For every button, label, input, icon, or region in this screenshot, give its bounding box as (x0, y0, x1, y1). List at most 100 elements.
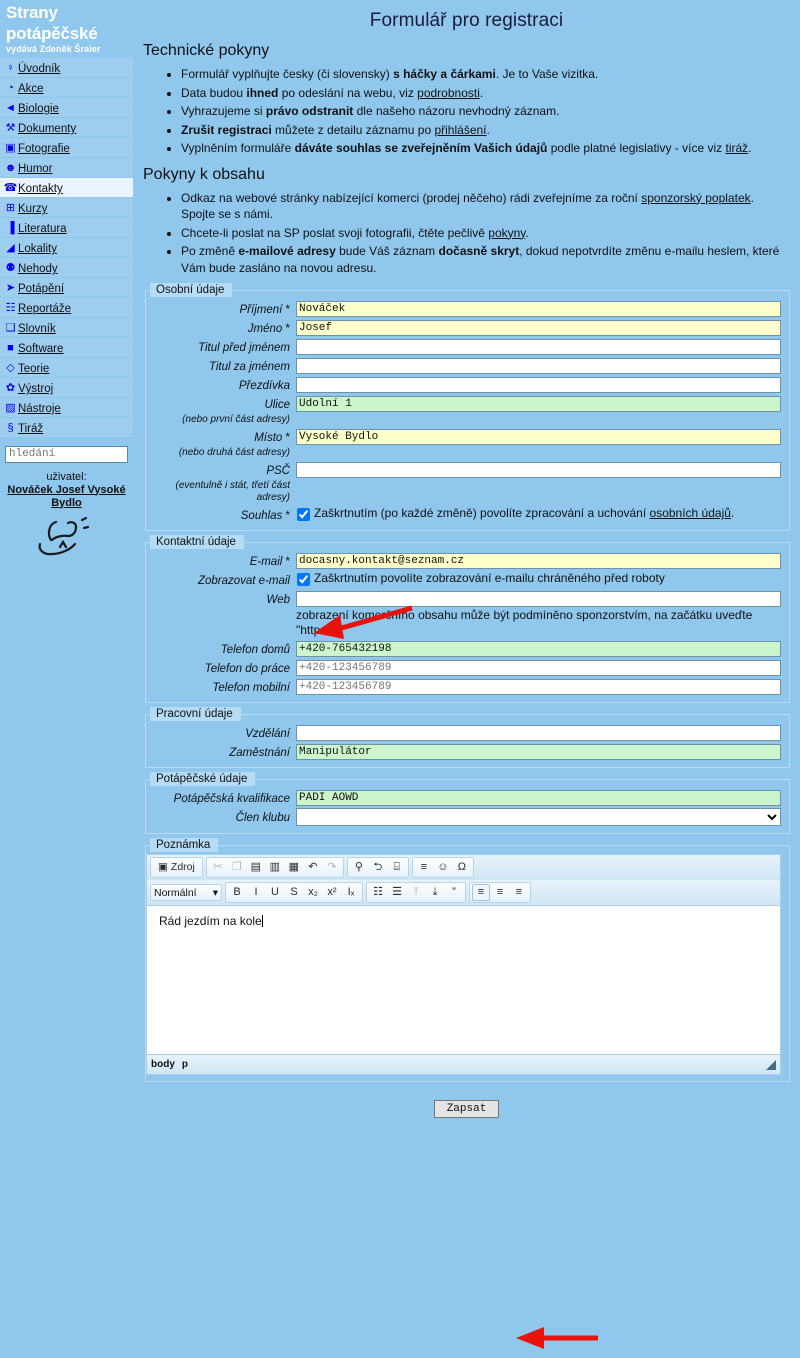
remove-format-icon[interactable]: Iₓ (342, 884, 360, 901)
required-star: * (285, 510, 290, 522)
sidebar-item-tir-[interactable]: § Tiráž (0, 418, 133, 438)
input-telefon-do-pr-ce[interactable] (296, 660, 781, 676)
sidebar-item-report-e[interactable]: ☷ Reportáže (0, 298, 133, 318)
input-zam-stn-n[interactable] (296, 744, 781, 760)
consent-checkbox[interactable] (297, 508, 310, 521)
content-instructions-list: Odkaz na webové stránky nabízející komer… (133, 189, 800, 278)
email-label: E-mail * (249, 556, 290, 568)
italic-icon[interactable]: I (247, 884, 265, 901)
field-row-m-sto: Místo * (146, 427, 781, 446)
paste-icon[interactable]: ▤ (247, 859, 265, 876)
undo-icon[interactable]: ↶ (304, 859, 322, 876)
technical-instructions-list: Formulář vyplňujte česky (či slovensky) … (133, 65, 800, 158)
sidebar-item-dokumenty[interactable]: ⚒ Dokumenty (0, 118, 133, 138)
bold-icon[interactable]: B (228, 884, 246, 901)
subscript-icon[interactable]: x₂ (304, 884, 322, 901)
show-email-checkbox[interactable] (297, 573, 310, 586)
show-email-text: Zaškrtnutím povolíte zobrazování e-mailu… (314, 571, 665, 585)
paragraph-format-select[interactable]: Normální ▾ (150, 884, 222, 901)
technical-instructions-heading: Technické pokyny (143, 42, 270, 59)
list-item: ▣ Fotografie (0, 138, 133, 158)
static-text: . (748, 141, 752, 155)
sidebar-item-akce[interactable]: ◔ Akce (0, 78, 133, 98)
input-telefon-mobiln[interactable] (296, 679, 781, 695)
inline-link[interactable]: pokyny (488, 226, 525, 240)
sidebar-item--vodn-k[interactable]: ♀ Úvodník (0, 58, 133, 78)
sidebar-item-humor[interactable]: ☻ Humor (0, 158, 133, 178)
toolbar-group-4: ≡ ≡ ≡ (469, 882, 531, 903)
element-path-item[interactable]: p (182, 1059, 188, 1070)
inline-link[interactable]: tiráž (725, 141, 748, 155)
numbered-list-icon[interactable]: ☷ (369, 884, 387, 901)
special-char-icon[interactable]: Ω (453, 859, 471, 876)
align-center-icon[interactable]: ≡ (491, 884, 509, 901)
list-item: ⚒ Dokumenty (0, 118, 133, 138)
blockquote-icon[interactable]: ” (445, 884, 463, 901)
horizontal-rule-icon[interactable]: ≡ (415, 859, 433, 876)
sidebar-item-kontakty[interactable]: ☎Kontakty (0, 178, 133, 198)
align-right-icon[interactable]: ≡ (510, 884, 528, 901)
find-icon[interactable]: ⚲ (350, 859, 368, 876)
legend-work: Pracovní údaje (150, 707, 241, 721)
select-all-icon[interactable]: ⌸ (388, 859, 406, 876)
source-button[interactable]: ▣ Zdroj (153, 859, 200, 876)
smiley-icon[interactable]: ☺ (434, 859, 452, 876)
input-m-sto[interactable] (296, 429, 781, 445)
web-field[interactable] (296, 591, 781, 607)
inline-link[interactable]: sponzorský poplatek (641, 191, 750, 205)
personal-data-link[interactable]: osobních údajů (650, 506, 731, 520)
sidebar-item-fotografie[interactable]: ▣ Fotografie (0, 138, 133, 158)
email-field[interactable] (296, 553, 781, 569)
sidebar-item-n-stroje[interactable]: ▨ Nástroje (0, 398, 133, 418)
club-select[interactable] (296, 808, 781, 826)
input-p-jmen[interactable] (296, 301, 781, 317)
sidebar-item-teorie[interactable]: ◇ Teorie (0, 358, 133, 378)
input-vzd-l-n[interactable] (296, 725, 781, 741)
input-ulice[interactable] (296, 396, 781, 412)
technical-bullet: Vyplněním formuláře dáváte souhlas se zv… (181, 139, 800, 158)
input-jm-no[interactable] (296, 320, 781, 336)
sidebar-item-slovn-k[interactable]: ❑ Slovník (0, 318, 133, 338)
input-titul-za-jm-nem[interactable] (296, 358, 781, 374)
sidebar-item-pot-p-n-[interactable]: ➤ Potápění (0, 278, 133, 298)
strikethrough-icon[interactable]: S (285, 884, 303, 901)
align-left-icon[interactable]: ≡ (472, 884, 490, 901)
page-title: Formulář pro registraci (369, 10, 564, 31)
cut-icon[interactable]: ✂ (209, 859, 227, 876)
sidebar-item-biologie[interactable]: ◄ Biologie (0, 98, 133, 118)
input-ps[interactable] (296, 462, 781, 478)
input-telefon-dom[interactable] (296, 641, 781, 657)
replace-icon[interactable]: ⮌ (369, 859, 387, 876)
sidebar-item-label: Biologie (18, 103, 59, 115)
element-path-item[interactable]: body (151, 1059, 175, 1070)
editor-content-area[interactable]: Rád jezdím na kole (147, 905, 780, 1055)
superscript-icon[interactable]: x² (323, 884, 341, 901)
sidebar-item-literatura[interactable]: ▐ Literatura (0, 218, 133, 238)
sidebar-item-nehody[interactable]: ⚉ Nehody (0, 258, 133, 278)
submit-button[interactable]: Zapsat (433, 1100, 500, 1118)
sidebar-item-v-stroj[interactable]: ✿ Výstroj (0, 378, 133, 398)
sidebar-item-software[interactable]: ■ Software (0, 338, 133, 358)
paste-text-icon[interactable]: ▥ (266, 859, 284, 876)
list-item: ⊞ Kurzy (0, 198, 133, 218)
bulleted-list-icon[interactable]: ☰ (388, 884, 406, 901)
indent-icon[interactable]: ⤓ (426, 884, 444, 901)
sidebar-item-lokality[interactable]: ◢ Lokality (0, 238, 133, 258)
input-p-ezd-vka[interactable] (296, 377, 781, 393)
underline-icon[interactable]: U (266, 884, 284, 901)
qualification-field[interactable] (296, 790, 781, 806)
user-profile-link[interactable]: Nováček Josef Vysoké Bydlo (7, 484, 125, 509)
inline-link[interactable]: přihlášení (434, 123, 486, 137)
sidebar-item-kurzy[interactable]: ⊞ Kurzy (0, 198, 133, 218)
paste-word-icon[interactable]: ▦ (285, 859, 303, 876)
sidebar-nav: ♀ Úvodník ◔ Akce ◄ Biologie ⚒ Dokumenty ▣ Fotogra… (0, 58, 133, 438)
resize-handle-icon[interactable] (766, 1059, 776, 1070)
outdent-icon[interactable]: ⤒ (407, 884, 425, 901)
search-input[interactable] (5, 445, 128, 463)
redo-icon[interactable]: ↷ (323, 859, 341, 876)
copy-icon[interactable]: ❐ (228, 859, 246, 876)
list-item: ➤ Potápění (0, 278, 133, 298)
input-titul-p-ed-jm-nem[interactable] (296, 339, 781, 355)
label-titul-p-ed-jm-nem: Titul před jménem (198, 342, 290, 354)
inline-link[interactable]: podrobnosti (417, 86, 480, 100)
